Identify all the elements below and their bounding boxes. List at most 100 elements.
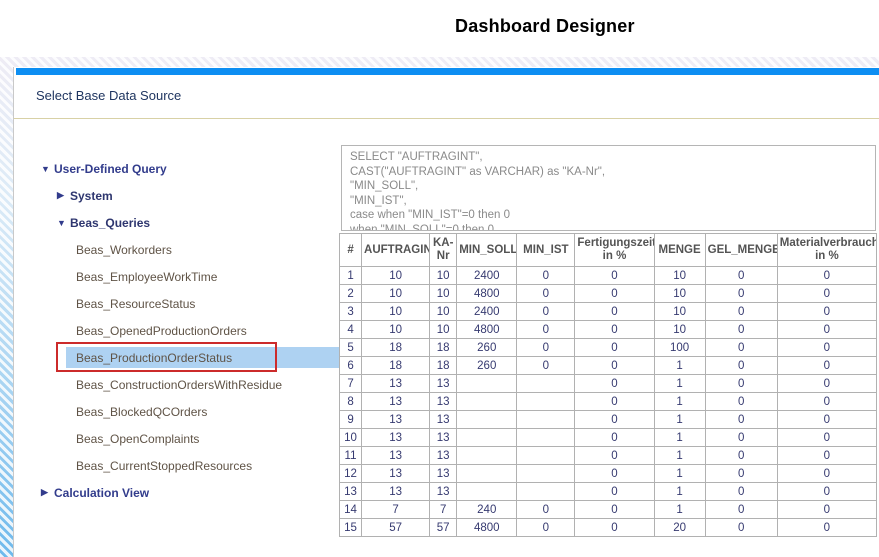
table-row: 210104800001000: [340, 285, 877, 303]
column-header-ka-nr: KA-Nr: [430, 234, 457, 267]
table-cell: [457, 447, 517, 465]
table-cell: 0: [705, 375, 777, 393]
tree-item-label: Beas_BlockedQCOrders: [76, 405, 207, 419]
tree-item-beas-currentstoppedresources[interactable]: Beas_CurrentStoppedResources: [28, 452, 350, 479]
table-cell: 13: [430, 429, 457, 447]
table-row: 1013130100: [340, 429, 877, 447]
table-cell: 0: [705, 321, 777, 339]
table-cell: 3: [340, 303, 362, 321]
table-cell: 0: [777, 465, 876, 483]
table-cell: 0: [705, 411, 777, 429]
table-cell: 0: [575, 483, 654, 501]
table-cell: 10: [430, 285, 457, 303]
table-cell: 1: [654, 483, 705, 501]
table-cell: 13: [430, 411, 457, 429]
table-cell: [517, 447, 575, 465]
table-cell: 14: [340, 501, 362, 519]
table-cell: 0: [777, 393, 876, 411]
table-cell: 1: [654, 411, 705, 429]
table-cell: [517, 393, 575, 411]
table-cell: 4800: [457, 285, 517, 303]
table-cell: 0: [705, 303, 777, 321]
table-row: 147724000100: [340, 501, 877, 519]
tree-item-beas-blockedqcorders[interactable]: Beas_BlockedQCOrders: [28, 398, 350, 425]
sql-preview-box[interactable]: SELECT "AUFTRAGINT", CAST("AUFTRAGINT" a…: [341, 145, 876, 231]
section-title: Select Base Data Source: [36, 88, 181, 103]
column-header-: #: [340, 234, 362, 267]
table-cell: 5: [340, 339, 362, 357]
table-cell: 13: [362, 375, 430, 393]
table-row: 1213130100: [340, 465, 877, 483]
tree-item-user-defined-query[interactable]: ▼User-Defined Query: [28, 155, 350, 182]
table-cell: 0: [517, 267, 575, 285]
chevron-right-icon[interactable]: ▶: [41, 487, 54, 498]
table-cell: 0: [777, 267, 876, 285]
table-cell: 2400: [457, 267, 517, 285]
table-cell: 260: [457, 339, 517, 357]
table-cell: 57: [430, 519, 457, 537]
table-cell: 0: [777, 321, 876, 339]
table-cell: [517, 465, 575, 483]
table-cell: 0: [777, 501, 876, 519]
accent-bar: [16, 68, 879, 75]
table-cell: 13: [362, 465, 430, 483]
tree-item-label: Calculation View: [54, 486, 149, 500]
table-cell: 0: [705, 285, 777, 303]
table-cell: 0: [777, 339, 876, 357]
table-cell: 13: [362, 483, 430, 501]
table-cell: [517, 483, 575, 501]
table-cell: [457, 483, 517, 501]
tree-item-beas-resourcestatus[interactable]: Beas_ResourceStatus: [28, 290, 350, 317]
table-cell: 0: [575, 447, 654, 465]
tree-item-beas-constructionorderswithresidue[interactable]: Beas_ConstructionOrdersWithResidue: [28, 371, 350, 398]
table-cell: 13: [430, 483, 457, 501]
table-cell: 13: [430, 447, 457, 465]
tree-item-beas-workorders[interactable]: Beas_Workorders: [28, 236, 350, 263]
chevron-down-icon[interactable]: ▼: [41, 164, 54, 174]
table-cell: 0: [575, 267, 654, 285]
table-cell: 13: [430, 465, 457, 483]
tree-item-beas-queries[interactable]: ▼Beas_Queries: [28, 209, 350, 236]
table-cell: 10: [430, 267, 457, 285]
table-cell: 57: [362, 519, 430, 537]
table-cell: 0: [777, 447, 876, 465]
table-cell: 0: [575, 285, 654, 303]
result-preview-table: #AUFTRAGINTKA-NrMIN_SOLLMIN_ISTFertigung…: [339, 233, 877, 537]
table-cell: 13: [430, 393, 457, 411]
table-row: 1313130100: [340, 483, 877, 501]
chevron-right-icon[interactable]: ▶: [57, 190, 70, 201]
table-cell: 0: [575, 411, 654, 429]
table-cell: 1: [654, 429, 705, 447]
table-cell: 0: [777, 375, 876, 393]
tree-item-label: Beas_ResourceStatus: [76, 297, 195, 311]
table-cell: 13: [362, 429, 430, 447]
table-cell: 240: [457, 501, 517, 519]
column-header-materialverbrauch-in: Materialverbrauch in %: [777, 234, 876, 267]
table-cell: 0: [777, 285, 876, 303]
table-cell: 0: [575, 429, 654, 447]
table-cell: 0: [705, 393, 777, 411]
table-cell: [457, 411, 517, 429]
tree-item-system[interactable]: ▶System: [28, 182, 350, 209]
tree-item-label: Beas_OpenedProductionOrders: [76, 324, 247, 338]
chevron-down-icon[interactable]: ▼: [57, 218, 70, 228]
tree-item-beas-productionorderstatus[interactable]: Beas_ProductionOrderStatus: [28, 344, 350, 371]
table-cell: 2: [340, 285, 362, 303]
table-header: #AUFTRAGINTKA-NrMIN_SOLLMIN_ISTFertigung…: [340, 234, 877, 267]
table-cell: [457, 465, 517, 483]
table-cell: 0: [705, 339, 777, 357]
tree-item-beas-openedproductionorders[interactable]: Beas_OpenedProductionOrders: [28, 317, 350, 344]
table-cell: 1: [654, 357, 705, 375]
column-header-fertigungszeit-in: Fertigungszeit in %: [575, 234, 654, 267]
table-cell: 0: [705, 501, 777, 519]
tree-item-calculation-view[interactable]: ▶Calculation View: [28, 479, 350, 506]
table-cell: 1: [654, 393, 705, 411]
table-cell: 11: [340, 447, 362, 465]
tree-item-label: System: [70, 189, 113, 203]
tree-item-beas-employeeworktime[interactable]: Beas_EmployeeWorkTime: [28, 263, 350, 290]
tree-item-beas-opencomplaints[interactable]: Beas_OpenComplaints: [28, 425, 350, 452]
table-cell: 12: [340, 465, 362, 483]
table-cell: 0: [517, 321, 575, 339]
table-cell: [517, 429, 575, 447]
table-cell: 10: [654, 321, 705, 339]
